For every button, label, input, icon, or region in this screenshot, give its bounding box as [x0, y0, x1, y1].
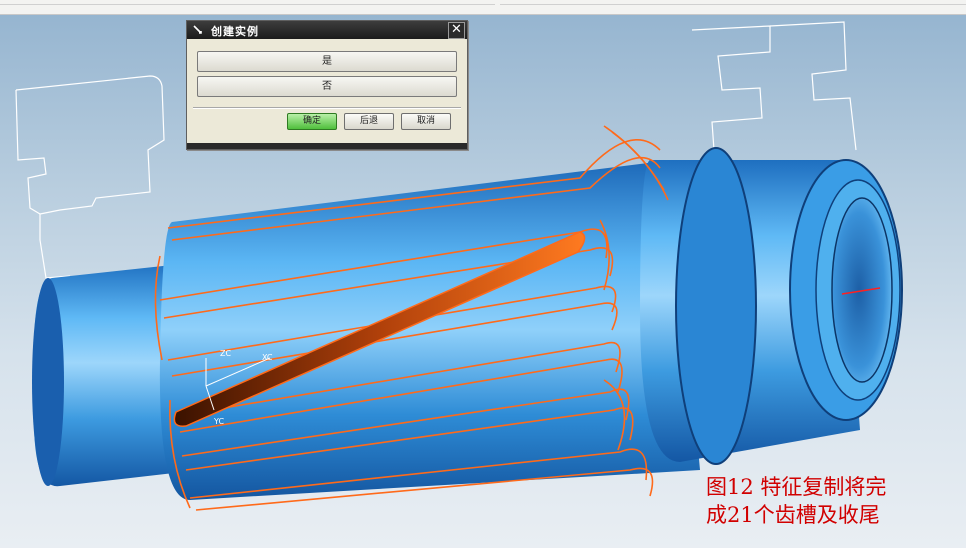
axis-label-zc: ZC	[220, 349, 231, 358]
caption-line-1: 图12 特征复制将完	[706, 475, 887, 499]
axis-label-xc: XC	[262, 353, 273, 362]
left-shaft-face	[32, 278, 64, 486]
axis-label-yc: YC	[213, 417, 224, 426]
yes-button[interactable]: 是	[197, 51, 457, 72]
figure-caption: 图12 特征复制将完 成21个齿槽及收尾	[706, 473, 964, 529]
dialog-app-icon	[193, 25, 202, 34]
dialog-bottom-bar	[187, 143, 467, 149]
dialog-separator	[193, 107, 461, 109]
close-icon[interactable]: ✕	[448, 22, 465, 39]
no-button[interactable]: 否	[197, 76, 457, 97]
gear-shaft-model[interactable]: ZC XC YC	[0, 0, 966, 548]
ok-button[interactable]: 确定	[287, 113, 337, 130]
graphics-viewport[interactable]: ZC XC YC	[0, 0, 966, 548]
back-button[interactable]: 后退	[344, 113, 394, 130]
sketch-profile-left	[15, 75, 165, 279]
cancel-button[interactable]: 取消	[401, 113, 451, 130]
dialog-title: 创建实例	[211, 25, 259, 38]
dialog-titlebar[interactable]: 创建实例 ✕	[187, 21, 467, 39]
right-flange	[675, 147, 757, 465]
bore-hole	[831, 197, 893, 383]
caption-line-2: 成21个齿槽及收尾	[706, 503, 880, 527]
sketch-profile-right	[691, 21, 857, 151]
create-instance-dialog: 创建实例 ✕ 是 否 确定 后退 取消	[186, 20, 468, 150]
